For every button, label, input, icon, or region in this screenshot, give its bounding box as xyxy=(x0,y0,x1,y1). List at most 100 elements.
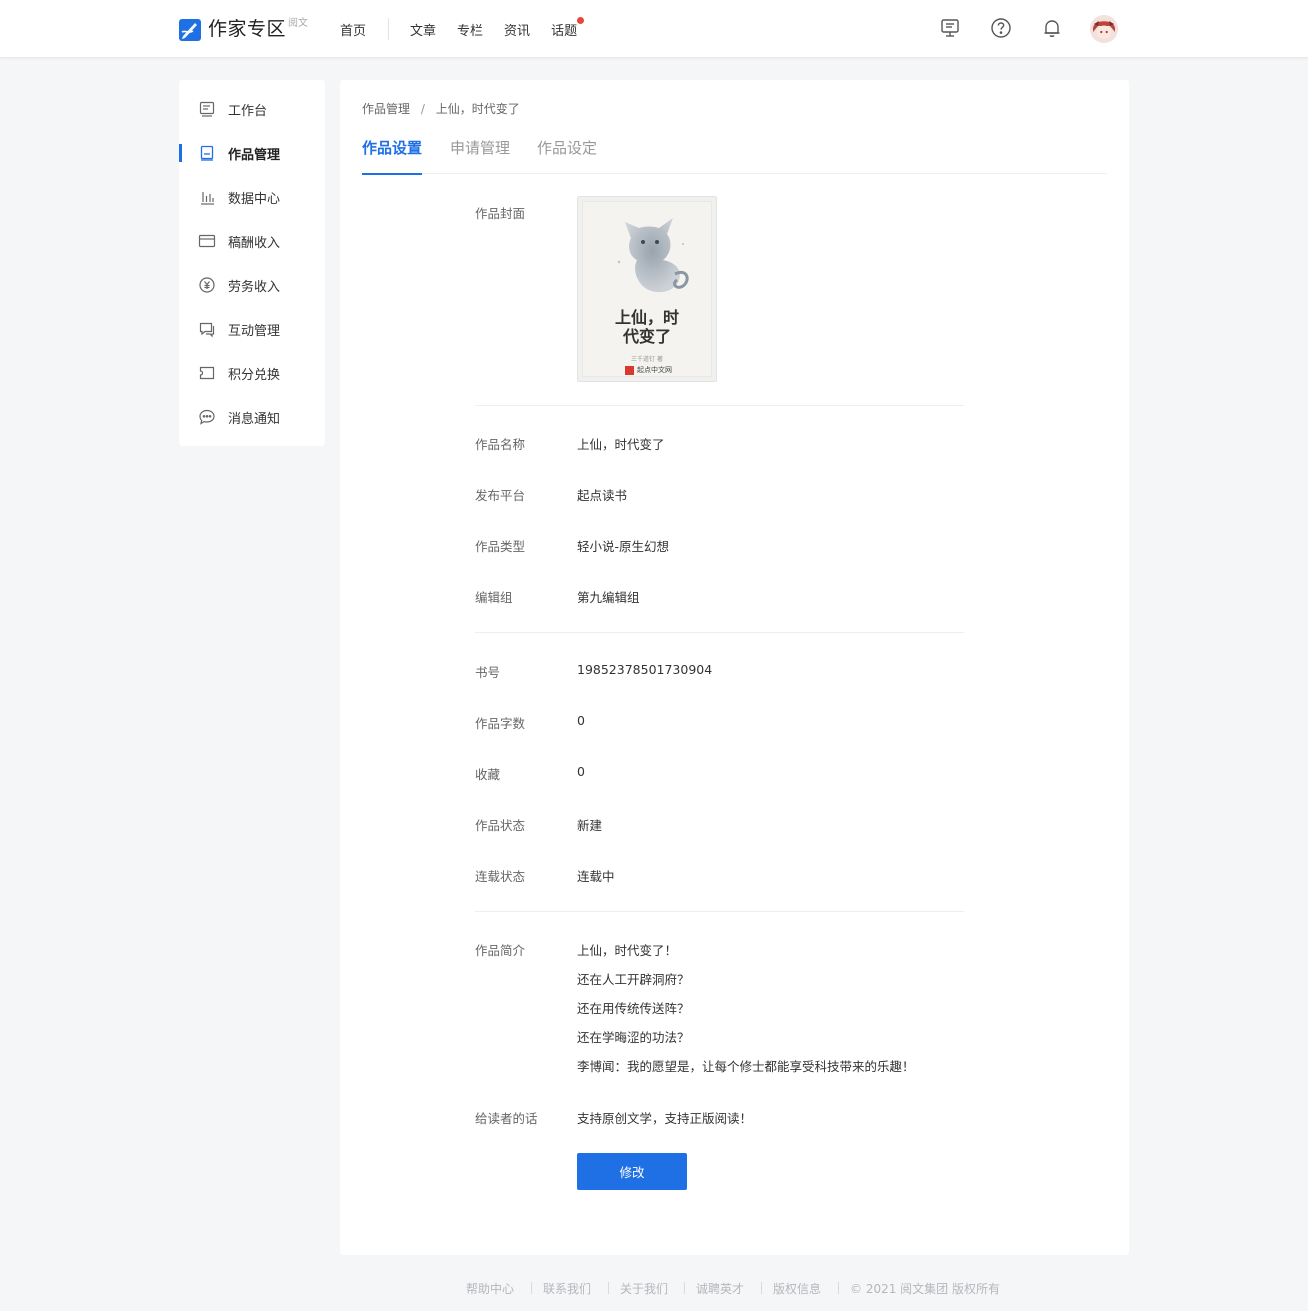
footer-separator xyxy=(684,1282,685,1294)
tab-active-indicator xyxy=(362,173,423,175)
info-label: 连载状态 xyxy=(475,869,526,884)
cover-brand-text: 起点中文网 xyxy=(637,366,672,374)
info-label: 编辑组 xyxy=(475,590,513,605)
platform-value: 起点读书 xyxy=(577,488,628,503)
section-divider xyxy=(475,405,964,406)
message-icon xyxy=(199,409,215,425)
workbench-icon xyxy=(199,101,215,117)
reader-note-label: 给读者的话 xyxy=(475,1111,538,1126)
chat-icon xyxy=(199,322,215,338)
yuan-coin-icon xyxy=(199,277,215,293)
card-icon xyxy=(198,234,216,248)
sidebar-item-works[interactable]: 作品管理 xyxy=(179,141,325,165)
book-cover-art: 上仙，时 代变了 三千道钉 著 起点中文网 xyxy=(582,201,712,377)
logo-subtitle: 阅文 xyxy=(288,18,309,29)
word-count-value: 0 xyxy=(577,713,585,728)
nav-home[interactable]: 首页 xyxy=(340,20,366,39)
sidebar: 工作台 作品管理 数据中心 稿酬收入 劳务收入 互动管理 积分兑换 消息通知 xyxy=(179,80,325,446)
bell-icon[interactable] xyxy=(1040,16,1064,40)
reader-note-value: 支持原创文学，支持正版阅读！ xyxy=(577,1111,753,1126)
serial-status-value: 连载中 xyxy=(577,869,615,884)
intro-line: 上仙，时代变了！ xyxy=(577,943,678,958)
footer-separator xyxy=(608,1282,609,1294)
logo[interactable]: 作家专区 阅文 xyxy=(179,17,308,43)
main-panel: 作品管理 / 上仙，时代变了 作品设置 申请管理 作品设定 作品封面 上仙，时 … xyxy=(340,80,1129,1255)
intro-line: 还在学晦涩的功法？ xyxy=(577,1030,690,1045)
sidebar-item-label: 消息通知 xyxy=(228,411,281,427)
sidebar-item-labor-income[interactable]: 劳务收入 xyxy=(179,273,325,297)
sidebar-item-label: 工作台 xyxy=(228,103,268,119)
footer-separator xyxy=(531,1282,532,1294)
status-value: 新建 xyxy=(577,818,603,833)
sidebar-item-data-center[interactable]: 数据中心 xyxy=(179,185,325,209)
top-header: 作家专区 阅文 首页 文章 专栏 资讯 话题 xyxy=(0,0,1308,58)
ticket-icon xyxy=(199,366,215,380)
favorites-value: 0 xyxy=(577,764,585,779)
section-divider xyxy=(475,632,964,633)
nav-topics-label: 话题 xyxy=(551,23,578,39)
sidebar-item-points[interactable]: 积分兑换 xyxy=(179,361,325,385)
sidebar-item-workbench[interactable]: 工作台 xyxy=(179,97,325,121)
nav-columns[interactable]: 专栏 xyxy=(457,20,483,39)
footer-careers[interactable]: 诚聘英才 xyxy=(696,1280,744,1297)
sidebar-item-label: 稿酬收入 xyxy=(228,235,281,251)
footer-help-center[interactable]: 帮助中心 xyxy=(466,1280,514,1297)
top-nav: 首页 文章 专栏 资讯 话题 xyxy=(340,0,585,58)
feedback-icon[interactable] xyxy=(938,16,962,40)
info-label: 书号 xyxy=(475,665,501,680)
sidebar-item-messages[interactable]: 消息通知 xyxy=(179,405,325,429)
cover-title-line-2: 代变了 xyxy=(622,327,671,346)
sidebar-item-interaction[interactable]: 互动管理 xyxy=(179,317,325,341)
section-divider xyxy=(475,911,964,912)
nav-topics[interactable]: 话题 xyxy=(551,16,585,39)
tab-work-setting-lore[interactable]: 作品设定 xyxy=(537,137,597,174)
logo-title: 作家专区 xyxy=(208,18,287,40)
sidebar-item-label: 作品管理 xyxy=(228,147,281,163)
breadcrumb-current: 上仙，时代变了 xyxy=(435,102,520,116)
edit-button[interactable]: 修改 xyxy=(577,1153,687,1190)
sidebar-item-label: 积分兑换 xyxy=(228,367,281,383)
sidebar-item-label: 数据中心 xyxy=(228,191,281,207)
cover-label: 作品封面 xyxy=(475,206,526,221)
nav-articles[interactable]: 文章 xyxy=(410,20,436,39)
footer-contact-us[interactable]: 联系我们 xyxy=(543,1280,591,1297)
nav-news[interactable]: 资讯 xyxy=(504,20,530,39)
help-icon[interactable] xyxy=(989,16,1013,40)
brand-stamp-icon xyxy=(625,365,634,375)
cat-illustration-icon xyxy=(617,218,689,293)
book-id-value: 19852378501730904 xyxy=(577,662,713,677)
nav-divider xyxy=(388,18,390,40)
tab-bar: 作品设置 申请管理 作品设定 xyxy=(362,137,1107,175)
intro-line: 李博闻：我的愿望是，让每个修士都能享受科技带来的乐趣！ xyxy=(577,1059,915,1074)
bar-chart-icon xyxy=(201,192,214,205)
footer-about-us[interactable]: 关于我们 xyxy=(620,1280,668,1297)
breadcrumb: 作品管理 / 上仙，时代变了 xyxy=(362,100,520,117)
intro-label: 作品简介 xyxy=(475,943,526,958)
cover-title: 上仙，时 代变了 xyxy=(583,308,711,346)
avatar[interactable] xyxy=(1090,15,1118,43)
footer-copyright: © 2021 阅文集团 版权所有 xyxy=(850,1282,1000,1296)
info-label: 作品字数 xyxy=(475,716,526,731)
tab-label: 作品设定 xyxy=(537,139,598,157)
info-label: 作品状态 xyxy=(475,818,526,833)
book-cover[interactable]: 上仙，时 代变了 三千道钉 著 起点中文网 xyxy=(577,196,717,382)
info-label: 发布平台 xyxy=(475,488,526,503)
info-label: 收藏 xyxy=(475,767,501,782)
cover-author: 三千道钉 著 xyxy=(631,356,663,363)
logo-pen-icon xyxy=(179,19,201,41)
tab-work-settings[interactable]: 作品设置 xyxy=(362,137,423,175)
sidebar-item-label: 互动管理 xyxy=(228,323,281,339)
editor-group-value: 第九编辑组 xyxy=(577,590,640,605)
sidebar-item-royalties[interactable]: 稿酬收入 xyxy=(179,229,325,253)
breadcrumb-works[interactable]: 作品管理 xyxy=(362,102,410,116)
intro-line: 还在用传统传送阵？ xyxy=(577,1001,690,1016)
active-indicator xyxy=(179,144,182,162)
tab-label: 申请管理 xyxy=(450,139,511,157)
tab-application-management[interactable]: 申请管理 xyxy=(450,137,510,174)
footer-copyright-info[interactable]: 版权信息 xyxy=(773,1280,821,1297)
category-value: 轻小说-原生幻想 xyxy=(577,539,670,554)
cover-title-line-1: 上仙，时 xyxy=(614,308,679,327)
book-icon xyxy=(200,145,214,161)
cover-brand: 起点中文网 xyxy=(625,365,672,375)
intro-line: 还在人工开辟洞府？ xyxy=(577,972,690,987)
